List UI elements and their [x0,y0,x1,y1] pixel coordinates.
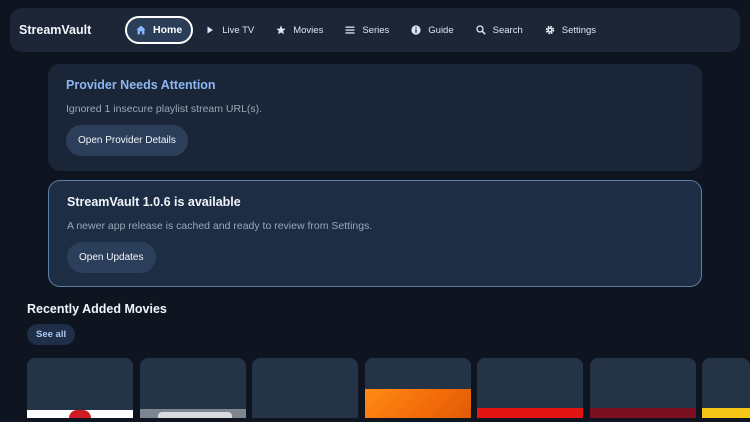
see-all-button[interactable]: See all [27,324,76,345]
nav-label-settings: Settings [561,24,597,36]
nav-label-home: Home [153,24,183,36]
update-notice-title: StreamVault 1.0.6 is available [67,195,241,209]
nav-label-search: Search [492,24,523,36]
update-notice-card: StreamVault 1.0.6 is available A newer a… [48,180,702,287]
search-icon [475,25,486,35]
gear-icon [545,25,555,35]
nav-item-home[interactable]: Home [125,16,194,44]
info-icon [411,25,421,35]
provider-notice-title: Provider Needs Attention [66,78,216,92]
home-icon [136,25,146,35]
nav-item-guide[interactable]: Guide [401,16,463,44]
update-notice-message: A newer app release is cached and ready … [67,220,373,232]
nav-item-movies[interactable]: Movies [266,16,333,44]
open-updates-button[interactable]: Open Updates [67,242,156,273]
star-icon [276,25,286,35]
recently-added-title: Recently Added Movies [27,302,167,316]
main-nav: Home Live TV Movies Series Guide Search … [125,16,608,44]
top-navigation-bar: StreamVault Home Live TV Movies Series G… [10,8,740,52]
nav-item-live-tv[interactable]: Live TV [195,16,264,44]
open-provider-details-button[interactable]: Open Provider Details [66,125,188,156]
nav-item-search[interactable]: Search [466,16,533,44]
movie-poster[interactable] [27,358,133,418]
nav-label-movies: Movies [293,24,324,36]
provider-notice-card: Provider Needs Attention Ignored 1 insec… [48,64,702,171]
movie-poster[interactable] [702,358,750,418]
nav-item-settings[interactable]: Settings [535,16,606,44]
play-icon [205,25,215,35]
movie-poster[interactable] [477,358,583,418]
home-screen: StreamVault Home Live TV Movies Series G… [0,0,750,422]
nav-label-guide: Guide [428,24,454,36]
movie-poster[interactable] [365,358,471,418]
nav-label-series: Series [362,24,390,36]
nav-label-live-tv: Live TV [222,24,255,36]
list-icon [345,25,355,35]
movie-poster[interactable] [590,358,696,418]
provider-notice-message: Ignored 1 insecure playlist stream URL(s… [66,103,263,115]
app-title: StreamVault [19,23,92,37]
nav-item-series[interactable]: Series [335,16,399,44]
movie-poster[interactable] [140,358,246,418]
movie-poster[interactable] [252,358,358,418]
